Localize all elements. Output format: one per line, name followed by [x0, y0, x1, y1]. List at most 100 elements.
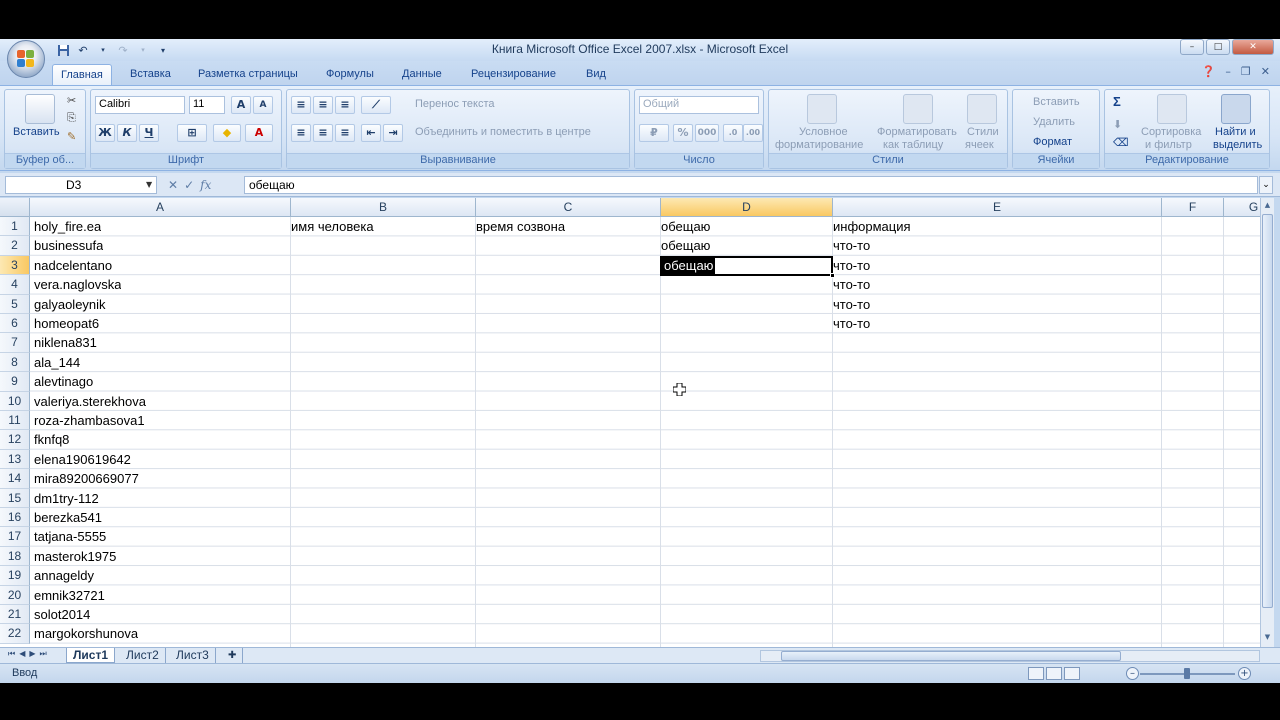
- find-select-label-2[interactable]: выделить: [1213, 139, 1262, 151]
- thousands-button[interactable]: 000: [695, 124, 719, 142]
- copy-icon[interactable]: ⎘: [67, 112, 76, 125]
- worksheet-grid[interactable]: A B C D E F G 1 holy_fire.ea имя человека в…: [0, 198, 1260, 647]
- prev-sheet-icon[interactable]: ◀: [19, 649, 25, 659]
- row-header[interactable]: 6: [0, 314, 30, 334]
- undo-dropdown-icon[interactable]: ▾: [96, 43, 110, 57]
- cell-a7[interactable]: niklena831: [31, 333, 97, 352]
- redo-dropdown-icon[interactable]: ▾: [136, 43, 150, 57]
- increase-decimal-button[interactable]: .0: [723, 124, 743, 142]
- help-icon[interactable]: ❓: [1202, 65, 1216, 78]
- column-header-b[interactable]: B: [291, 198, 476, 217]
- cell-a3[interactable]: nadcelentano: [31, 256, 112, 275]
- orientation-button[interactable]: ⟋: [361, 96, 391, 114]
- format-as-table-label[interactable]: Форматировать: [877, 126, 957, 138]
- borders-button[interactable]: ⊞: [177, 124, 207, 142]
- row-header[interactable]: 4: [0, 275, 30, 295]
- align-left-button[interactable]: ≡: [291, 124, 311, 142]
- tab-data[interactable]: Данные: [394, 64, 450, 85]
- row-header[interactable]: 20: [0, 585, 30, 605]
- font-name-select[interactable]: Calibri: [95, 96, 185, 114]
- sort-filter-label-2[interactable]: и фильтр: [1145, 139, 1192, 151]
- cut-icon[interactable]: ✂: [67, 94, 76, 107]
- fill-icon[interactable]: ⬇: [1113, 118, 1122, 131]
- fill-color-button[interactable]: ◆: [213, 124, 241, 142]
- name-box[interactable]: D3: [5, 176, 157, 194]
- tab-review[interactable]: Рецензирование: [463, 64, 564, 85]
- maximize-button[interactable]: □: [1206, 39, 1230, 55]
- horizontal-scroll-thumb[interactable]: [781, 651, 1121, 661]
- cell-e3[interactable]: что-то: [830, 256, 870, 275]
- cell-a19[interactable]: annageldy: [31, 566, 94, 585]
- row-header[interactable]: 11: [0, 411, 30, 431]
- doc-close-icon[interactable]: ✕: [1261, 65, 1270, 78]
- row-header[interactable]: 3: [0, 255, 30, 276]
- undo-icon[interactable]: ↶: [76, 43, 90, 57]
- cell-a6[interactable]: homeopat6: [31, 314, 99, 333]
- row-header[interactable]: 21: [0, 605, 30, 625]
- row-header[interactable]: 19: [0, 566, 30, 586]
- paste-icon[interactable]: [25, 94, 55, 124]
- column-header-e[interactable]: E: [833, 198, 1162, 217]
- merge-center-button[interactable]: Объединить и поместить в центре: [415, 126, 591, 138]
- bold-button[interactable]: Ж: [95, 124, 115, 142]
- increase-indent-button[interactable]: ⇥: [383, 124, 403, 142]
- sort-filter-icon[interactable]: [1157, 94, 1187, 124]
- cell-a1[interactable]: holy_fire.ea: [31, 217, 101, 236]
- row-header[interactable]: 16: [0, 508, 30, 528]
- cell-e5[interactable]: что-то: [830, 295, 870, 314]
- scroll-up-icon[interactable]: ▲: [1262, 199, 1273, 212]
- row-header[interactable]: 12: [0, 430, 30, 450]
- active-cell-d3[interactable]: обещаю: [660, 255, 833, 277]
- tab-view[interactable]: Вид: [578, 64, 614, 85]
- row-header[interactable]: 17: [0, 527, 30, 547]
- row-header[interactable]: 10: [0, 391, 30, 411]
- insert-cells-button[interactable]: Вставить: [1033, 96, 1080, 108]
- name-box-dropdown-icon[interactable]: ▼: [146, 180, 152, 189]
- paste-button[interactable]: Вставить: [13, 126, 60, 138]
- conditional-format-label-2[interactable]: форматирование: [775, 139, 863, 151]
- cell-a17[interactable]: tatjana-5555: [31, 527, 106, 546]
- insert-function-button[interactable]: fx: [200, 178, 211, 192]
- cell-styles-label[interactable]: Стили: [967, 126, 999, 138]
- row-header[interactable]: 1: [0, 217, 30, 237]
- sheet-tab-2[interactable]: Лист2: [120, 648, 166, 663]
- cell-a4[interactable]: vera.naglovska: [31, 275, 121, 294]
- align-top-button[interactable]: ≡: [291, 96, 311, 114]
- row-header[interactable]: 9: [0, 372, 30, 392]
- cell-a11[interactable]: roza-zhambasova1: [31, 411, 145, 430]
- row-header[interactable]: 8: [0, 352, 30, 373]
- column-header-a[interactable]: A: [30, 198, 291, 217]
- cell-e4[interactable]: что-то: [830, 275, 870, 294]
- cell-a18[interactable]: masterok1975: [31, 547, 116, 566]
- cell-area[interactable]: [30, 217, 1260, 647]
- percent-button[interactable]: %: [673, 124, 693, 142]
- expand-formula-bar-icon[interactable]: ⌄: [1259, 176, 1273, 194]
- format-cells-button[interactable]: Формат: [1033, 136, 1072, 148]
- cell-a22[interactable]: margokorshunova: [31, 624, 138, 643]
- column-header-d[interactable]: D: [661, 198, 833, 217]
- row-header[interactable]: 22: [0, 624, 30, 644]
- find-select-label[interactable]: Найти и: [1215, 126, 1256, 138]
- autosum-button[interactable]: Σ: [1113, 94, 1121, 109]
- formula-input[interactable]: обещаю: [244, 176, 1258, 194]
- cell-a8[interactable]: ala_144: [31, 353, 80, 372]
- column-header-f[interactable]: F: [1162, 198, 1224, 217]
- column-header-g[interactable]: G: [1224, 198, 1260, 217]
- normal-view-button[interactable]: [1028, 667, 1044, 680]
- sort-filter-label[interactable]: Сортировка: [1141, 126, 1201, 138]
- cell-a20[interactable]: emnik32721: [31, 586, 105, 605]
- doc-restore-icon[interactable]: ❐: [1241, 65, 1251, 78]
- tab-home[interactable]: Главная: [52, 64, 112, 85]
- align-middle-button[interactable]: ≡: [313, 96, 333, 114]
- horizontal-scrollbar[interactable]: [760, 650, 1260, 662]
- cell-a13[interactable]: elena190619642: [31, 450, 131, 469]
- row-header[interactable]: 14: [0, 469, 30, 489]
- tab-formulas[interactable]: Формулы: [318, 64, 382, 85]
- cell-a2[interactable]: businessufa: [31, 236, 103, 255]
- office-button[interactable]: [7, 40, 45, 78]
- first-sheet-icon[interactable]: ⏮: [8, 649, 15, 659]
- zoom-out-button[interactable]: –: [1126, 667, 1139, 680]
- doc-minimize-icon[interactable]: –: [1225, 65, 1231, 78]
- scroll-down-icon[interactable]: ▼: [1262, 631, 1273, 644]
- cell-styles-label-2[interactable]: ячеек: [965, 139, 994, 151]
